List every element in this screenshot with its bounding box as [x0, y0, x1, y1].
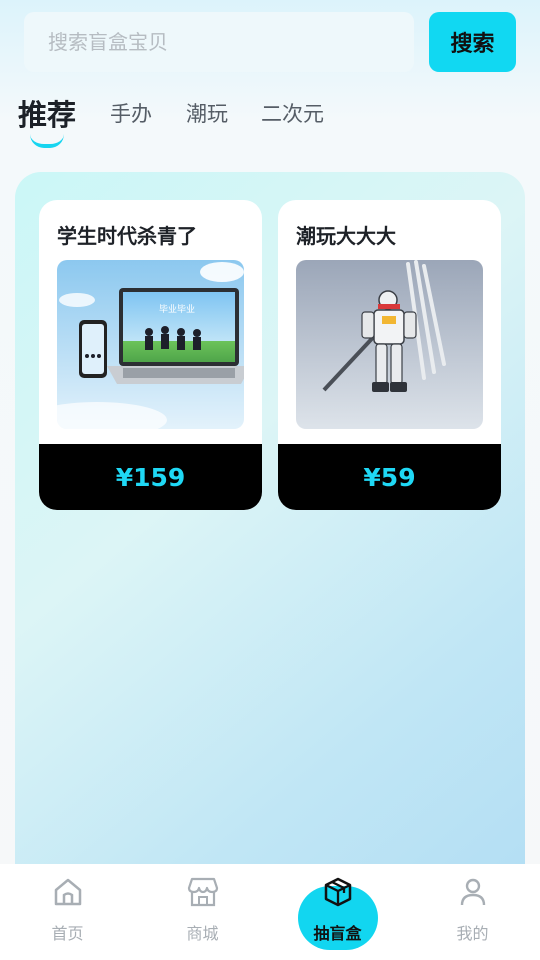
- nav-blind-box-label: 抽盲盒: [313, 924, 362, 943]
- product-title: 学生时代杀青了: [57, 224, 197, 248]
- product-title: 潮玩大大大: [296, 224, 396, 248]
- tab-figures[interactable]: 手办: [110, 98, 152, 128]
- user-icon: [460, 878, 485, 906]
- search-button[interactable]: 搜索: [429, 12, 516, 72]
- nav-profile[interactable]: 我的: [405, 864, 540, 960]
- product-image-laptop: 毕业毕业: [57, 260, 244, 429]
- tab-recommend[interactable]: 推荐: [18, 92, 76, 134]
- home-icon: [54, 878, 81, 906]
- search-input-wrapper[interactable]: [24, 12, 414, 72]
- tab-trendy-toys[interactable]: 潮玩: [186, 98, 228, 128]
- category-tabs: 推荐 手办 潮玩 二次元: [18, 90, 518, 150]
- product-price: ¥159: [39, 444, 262, 510]
- svg-text:毕业毕业: 毕业毕业: [159, 303, 195, 315]
- store-icon: [187, 877, 218, 907]
- bottom-nav: 首页 商城 抽盲盒 我的: [0, 864, 540, 960]
- product-card[interactable]: 学生时代杀青了 毕业毕业 ¥159: [39, 200, 262, 510]
- product-price: ¥59: [278, 444, 501, 510]
- active-tab-indicator: [30, 134, 64, 148]
- product-card[interactable]: 潮玩大大大 ¥59: [278, 200, 501, 510]
- nav-home[interactable]: 首页: [0, 864, 135, 960]
- search-bar: 搜索: [24, 12, 516, 72]
- tab-anime[interactable]: 二次元: [261, 98, 324, 128]
- nav-profile-label: 我的: [456, 924, 489, 943]
- nav-store-label: 商城: [186, 924, 219, 943]
- box-icon: [324, 877, 351, 907]
- product-image-robot: [296, 260, 483, 429]
- nav-home-label: 首页: [51, 924, 84, 943]
- product-panel: 学生时代杀青了 毕业毕业 ¥159 潮玩大大大 ¥59: [15, 172, 525, 892]
- nav-blind-box[interactable]: 抽盲盒: [270, 864, 405, 960]
- nav-store[interactable]: 商城: [135, 864, 270, 960]
- search-input[interactable]: [24, 12, 414, 72]
